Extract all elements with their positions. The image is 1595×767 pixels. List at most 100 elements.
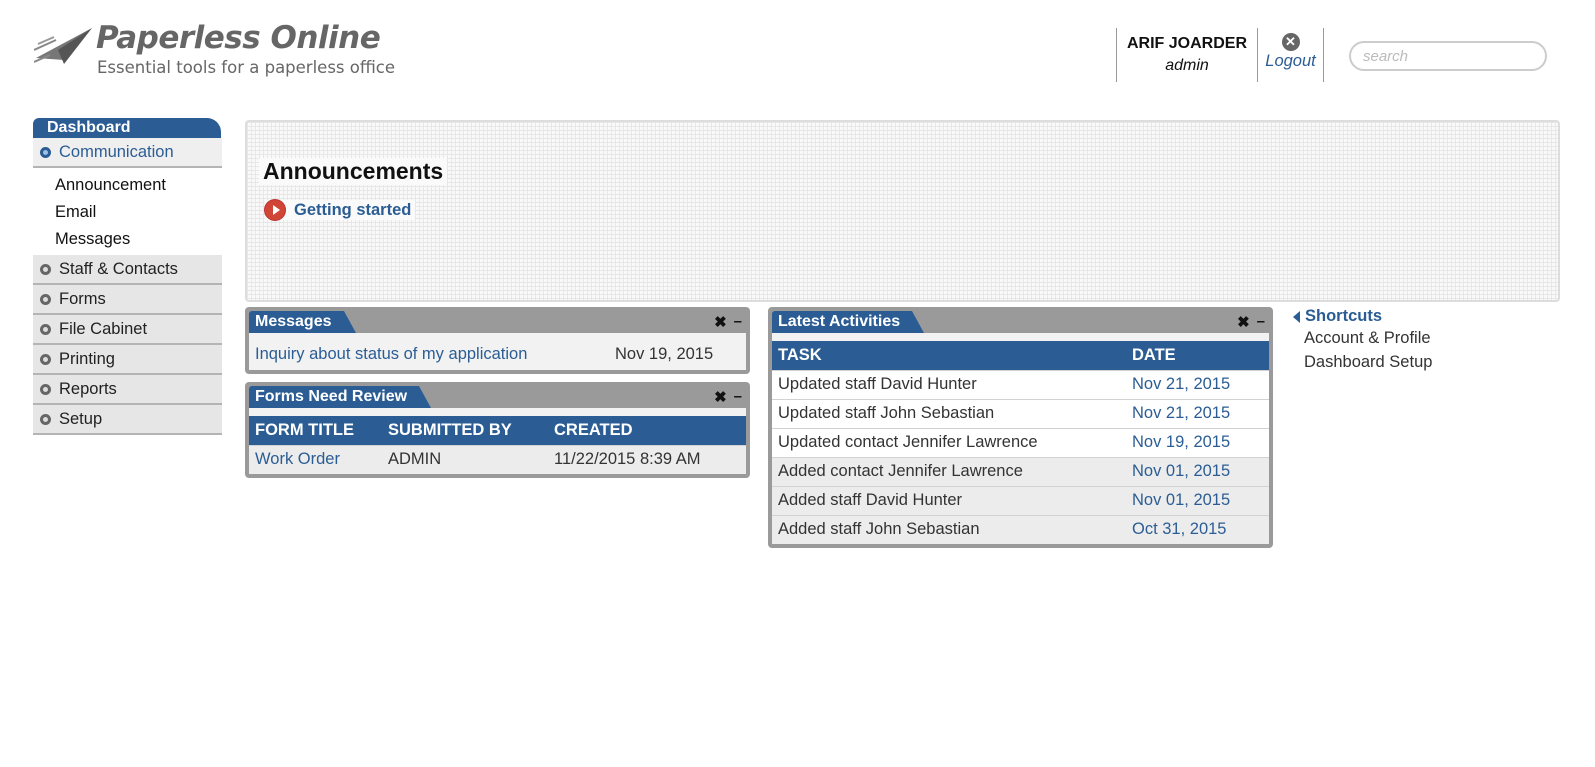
sidebar-item-label: Reports bbox=[59, 379, 117, 398]
bullet-icon bbox=[40, 323, 51, 335]
shortcuts-title: Shortcuts bbox=[1305, 307, 1383, 325]
sidebar-item-file-cabinet[interactable]: File Cabinet bbox=[33, 315, 222, 345]
communication-submenu: Announcement Email Messages bbox=[33, 168, 222, 255]
column-header[interactable]: CREATED bbox=[548, 416, 746, 445]
table-row[interactable]: Added staff David Hunter Nov 01, 2015 bbox=[772, 485, 1269, 515]
logout-button[interactable]: ✕ Logout bbox=[1258, 28, 1323, 82]
table-row[interactable]: Added contact Jennifer Lawrence Nov 01, … bbox=[772, 456, 1269, 486]
bullet-icon bbox=[40, 413, 51, 425]
sidebar-item-setup[interactable]: Setup bbox=[33, 405, 222, 435]
widget-body: Inquiry about status of my application N… bbox=[249, 333, 746, 370]
table-row[interactable]: Work Order ADMIN 11/22/2015 8:39 AM bbox=[249, 444, 746, 474]
table-row[interactable]: Added staff John Sebastian Oct 31, 2015 bbox=[772, 514, 1269, 544]
date-cell[interactable]: Nov 01, 2015 bbox=[1126, 485, 1269, 515]
task-cell: Updated staff David Hunter bbox=[772, 369, 1126, 399]
sidebar-item-label: Staff & Contacts bbox=[59, 259, 178, 278]
announcements-title: Announcements bbox=[259, 158, 448, 185]
shortcuts-panel: Shortcuts Account & Profile Dashboard Se… bbox=[1293, 307, 1432, 374]
minimize-icon[interactable]: – bbox=[734, 388, 742, 406]
widget-controls: ✖ – bbox=[714, 313, 742, 331]
message-date: Nov 19, 2015 bbox=[615, 345, 714, 363]
getting-started-label[interactable]: Getting started bbox=[294, 201, 411, 220]
sidebar-item-label: Printing bbox=[59, 349, 115, 368]
column-header[interactable]: SUBMITTED BY bbox=[382, 416, 548, 445]
user-box: ARIF JOARDER admin ✕ Logout bbox=[1116, 28, 1324, 82]
sidebar-tab-dashboard[interactable]: Dashboard bbox=[33, 118, 221, 138]
caret-left-icon bbox=[1293, 310, 1300, 323]
close-icon[interactable]: ✖ bbox=[714, 313, 727, 331]
paper-plane-icon bbox=[34, 28, 92, 64]
sidebar-item-forms[interactable]: Forms bbox=[33, 285, 222, 315]
sidebar-item-label: Setup bbox=[59, 409, 103, 428]
widget-header: Forms Need Review ✖ – bbox=[249, 384, 746, 408]
date-cell[interactable]: Nov 19, 2015 bbox=[1126, 427, 1269, 457]
submenu-item-email[interactable]: Email bbox=[55, 199, 222, 226]
brand-logo[interactable]: Paperless Online Essential tools for a p… bbox=[34, 20, 396, 82]
close-icon[interactable]: ✖ bbox=[1237, 313, 1250, 331]
task-cell: Updated contact Jennifer Lawrence bbox=[772, 427, 1126, 457]
created-cell: 11/22/2015 8:39 AM bbox=[548, 444, 746, 474]
user-role: admin bbox=[1165, 57, 1209, 74]
sidebar-item-label: Forms bbox=[59, 289, 106, 308]
column-header[interactable]: DATE bbox=[1126, 341, 1269, 370]
forms-table: FORM TITLE SUBMITTED BY CREATED Work Ord… bbox=[249, 416, 746, 474]
widget-header: Messages ✖ – bbox=[249, 309, 746, 333]
announcements-panel: Announcements Getting started bbox=[245, 120, 1560, 302]
task-cell: Added staff John Sebastian bbox=[772, 514, 1126, 544]
date-cell[interactable]: Oct 31, 2015 bbox=[1126, 514, 1269, 544]
messages-widget: Messages ✖ – Inquiry about status of my … bbox=[245, 307, 750, 374]
widget-header: Latest Activities ✖ – bbox=[772, 309, 1269, 333]
shortcuts-toggle[interactable]: Shortcuts bbox=[1293, 307, 1432, 326]
sidebar: Dashboard Communication Announcement Ema… bbox=[33, 118, 222, 435]
sidebar-item-label: Communication bbox=[59, 142, 174, 161]
bullet-icon bbox=[40, 263, 51, 275]
getting-started-link[interactable]: Getting started bbox=[265, 200, 416, 220]
sidebar-item-communication[interactable]: Communication bbox=[33, 138, 222, 168]
date-cell[interactable]: Nov 01, 2015 bbox=[1126, 456, 1269, 486]
message-row[interactable]: Inquiry about status of my application N… bbox=[249, 333, 746, 370]
close-circle-icon: ✕ bbox=[1281, 33, 1300, 51]
brand-name: Paperless Online bbox=[96, 20, 381, 56]
minimize-icon[interactable]: – bbox=[734, 313, 742, 331]
widget-title: Latest Activities bbox=[772, 311, 925, 333]
user-info: ARIF JOARDER admin bbox=[1117, 28, 1257, 82]
bullet-icon bbox=[40, 353, 51, 365]
widget-controls: ✖ – bbox=[1237, 313, 1265, 331]
table-row[interactable]: Updated contact Jennifer Lawrence Nov 19… bbox=[772, 427, 1269, 457]
column-header[interactable]: FORM TITLE bbox=[249, 416, 382, 445]
submenu-item-announcement[interactable]: Announcement bbox=[55, 172, 222, 199]
logout-label[interactable]: Logout bbox=[1258, 52, 1323, 71]
sidebar-item-reports[interactable]: Reports bbox=[33, 375, 222, 405]
form-title-cell[interactable]: Work Order bbox=[249, 444, 382, 474]
divider bbox=[1323, 28, 1324, 82]
shortcut-dashboard-setup[interactable]: Dashboard Setup bbox=[1304, 350, 1432, 374]
submenu-item-messages[interactable]: Messages bbox=[55, 226, 222, 253]
brand-tagline: Essential tools for a paperless office bbox=[97, 58, 396, 77]
task-cell: Added staff David Hunter bbox=[772, 485, 1126, 515]
table-row[interactable]: Updated staff David Hunter Nov 21, 2015 bbox=[772, 369, 1269, 399]
activities-table: TASK DATE Updated staff David Hunter Nov… bbox=[772, 341, 1269, 544]
shortcut-account-profile[interactable]: Account & Profile bbox=[1304, 326, 1432, 350]
close-icon[interactable]: ✖ bbox=[714, 388, 727, 406]
latest-activities-widget: Latest Activities ✖ – TASK DATE Updated … bbox=[768, 307, 1273, 548]
submitted-by-cell: ADMIN bbox=[382, 444, 548, 474]
message-subject[interactable]: Inquiry about status of my application bbox=[255, 345, 615, 364]
bullet-icon bbox=[40, 383, 51, 395]
sidebar-item-printing[interactable]: Printing bbox=[33, 345, 222, 375]
table-row[interactable]: Updated staff John Sebastian Nov 21, 201… bbox=[772, 398, 1269, 428]
forms-review-widget: Forms Need Review ✖ – FORM TITLE SUBMITT… bbox=[245, 382, 750, 478]
widget-body: FORM TITLE SUBMITTED BY CREATED Work Ord… bbox=[249, 408, 746, 474]
sidebar-item-staff-contacts[interactable]: Staff & Contacts bbox=[33, 255, 222, 285]
sidebar-item-label: File Cabinet bbox=[59, 319, 148, 338]
widget-controls: ✖ – bbox=[714, 388, 742, 406]
task-cell: Updated staff John Sebastian bbox=[772, 398, 1126, 428]
date-cell[interactable]: Nov 21, 2015 bbox=[1126, 398, 1269, 428]
date-cell[interactable]: Nov 21, 2015 bbox=[1126, 369, 1269, 399]
minimize-icon[interactable]: – bbox=[1257, 313, 1265, 331]
bullet-icon bbox=[40, 293, 51, 305]
play-icon bbox=[265, 200, 285, 220]
column-header[interactable]: TASK bbox=[772, 341, 1126, 370]
search-input[interactable] bbox=[1349, 41, 1547, 71]
task-cell: Added contact Jennifer Lawrence bbox=[772, 456, 1126, 486]
widget-body: TASK DATE Updated staff David Hunter Nov… bbox=[772, 333, 1269, 544]
